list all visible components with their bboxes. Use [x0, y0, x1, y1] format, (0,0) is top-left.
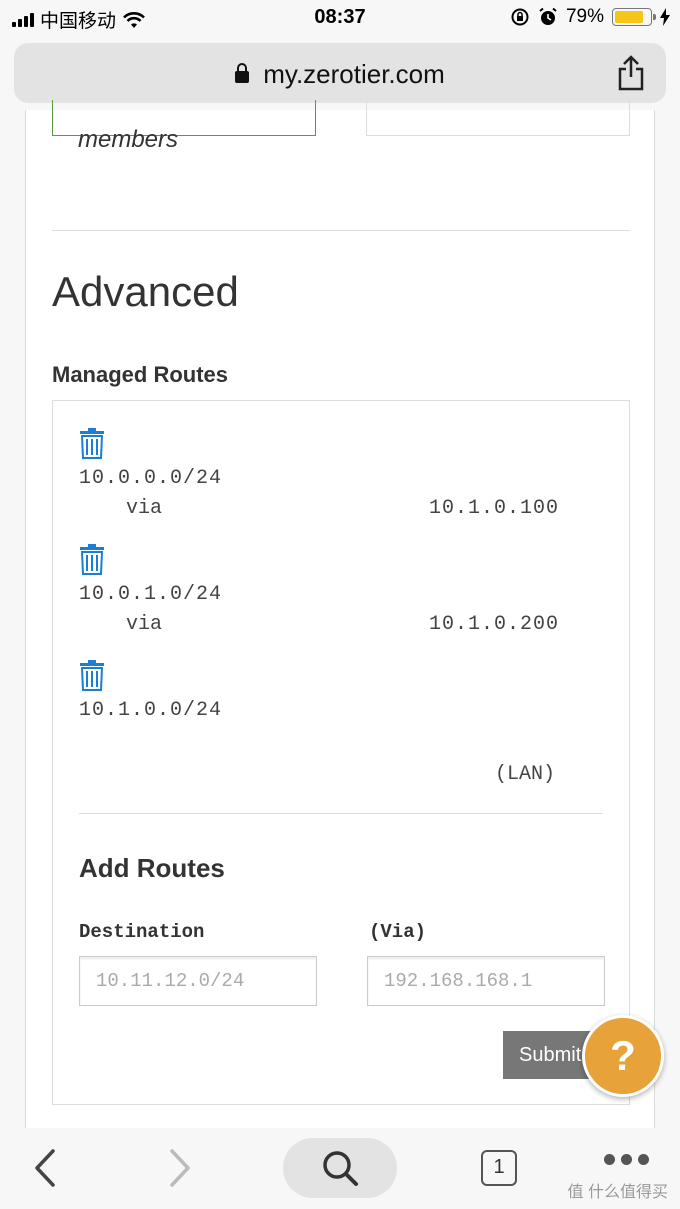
- route-row: 10.1.0.0/24 (LAN): [79, 659, 599, 786]
- battery-percent: 79%: [565, 6, 604, 27]
- route-gateway: 10.1.0.100: [429, 497, 560, 520]
- rotation-lock-icon: [511, 8, 529, 26]
- forward-button[interactable]: [155, 1138, 205, 1198]
- route-destination: 10.0.0.0/24: [79, 467, 223, 490]
- trash-icon[interactable]: [79, 543, 105, 575]
- help-button[interactable]: ?: [582, 1015, 664, 1097]
- route-via-label: via: [126, 497, 163, 520]
- trash-icon[interactable]: [79, 659, 105, 691]
- lock-icon: [235, 63, 250, 83]
- page-card: members Advanced Managed Routes 10.0.0.0…: [25, 100, 655, 1140]
- charging-icon: [660, 8, 670, 26]
- more-icon: [603, 1153, 649, 1165]
- chevron-right-icon: [170, 1149, 190, 1187]
- route-gateway: 10.1.0.200: [429, 613, 560, 636]
- info-box: [366, 100, 630, 136]
- route-destination: 10.1.0.0/24: [79, 699, 223, 722]
- tab-count: 1: [481, 1150, 517, 1186]
- alarm-icon: [539, 7, 557, 25]
- managed-routes-panel: 10.0.0.0/24 via 10.1.0.100 10.0.1.0/24 v…: [52, 400, 630, 1105]
- status-right: 79%: [510, 6, 670, 28]
- routes-divider: [79, 813, 603, 814]
- section-divider: [52, 230, 630, 231]
- search-button[interactable]: [283, 1138, 397, 1198]
- share-icon[interactable]: [616, 55, 646, 91]
- url-display[interactable]: my.zerotier.com: [14, 59, 666, 90]
- members-label: members: [78, 126, 179, 153]
- route-lan-note: (LAN): [495, 763, 556, 786]
- chevron-left-icon: [35, 1149, 55, 1187]
- route-destination: 10.0.1.0/24: [79, 583, 223, 606]
- via-label: (Via): [369, 921, 427, 943]
- advanced-heading: Advanced: [52, 268, 239, 315]
- browser-toolbar: 1 值 什么值得买: [0, 1128, 680, 1209]
- search-icon: [323, 1151, 358, 1186]
- status-bar: 中国移动 08:37 79%: [0, 0, 680, 36]
- back-button[interactable]: [20, 1138, 70, 1198]
- url-text: my.zerotier.com: [263, 59, 445, 89]
- route-row: 10.0.1.0/24 via 10.1.0.200: [79, 543, 599, 643]
- battery-icon: [612, 8, 656, 26]
- destination-label: Destination: [79, 921, 205, 943]
- watermark: 值 什么值得买: [567, 1184, 668, 1201]
- destination-input[interactable]: [79, 956, 317, 1006]
- address-bar[interactable]: my.zerotier.com: [14, 43, 666, 103]
- screen: 中国移动 08:37 79% my.zerotier.com members A…: [0, 0, 680, 1209]
- add-routes-heading: Add Routes: [79, 853, 225, 883]
- route-via-label: via: [126, 613, 163, 636]
- route-row: 10.0.0.0/24 via 10.1.0.100: [79, 427, 599, 527]
- managed-routes-heading: Managed Routes: [52, 362, 229, 387]
- tabs-button[interactable]: 1: [474, 1138, 524, 1198]
- more-button[interactable]: [596, 1136, 656, 1182]
- trash-icon[interactable]: [79, 427, 105, 459]
- via-input[interactable]: [367, 956, 605, 1006]
